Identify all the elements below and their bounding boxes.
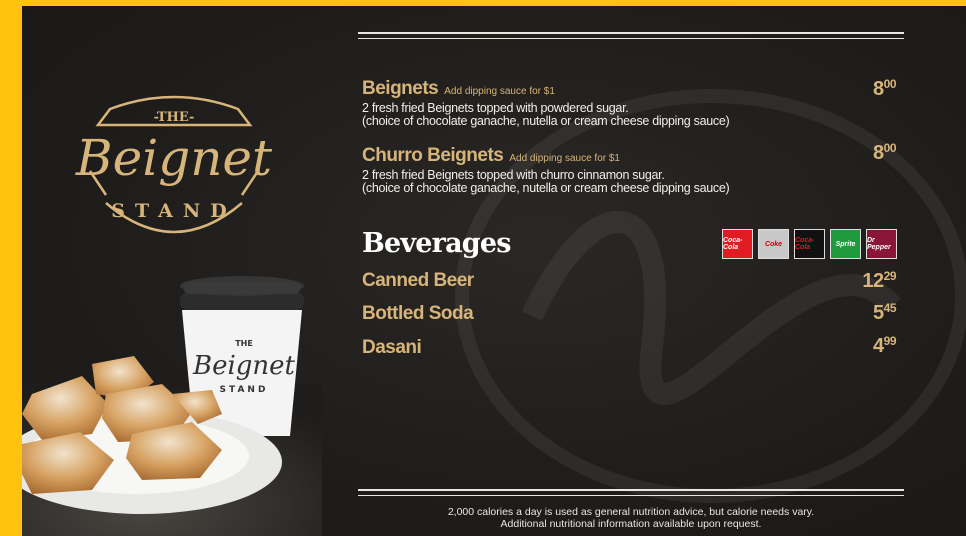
- coke-zero-icon: Coca-Cola: [794, 229, 825, 259]
- menu-board: -THE- Beignet STAND Beignet THE STAND Be…: [22, 6, 966, 536]
- price-churro-beignets: 800: [844, 141, 897, 165]
- price-dasani: 499: [834, 334, 897, 358]
- soda-brand-logos: Coca-Cola Coke Coca-Cola Sprite Dr Peppe…: [722, 229, 897, 259]
- drink-canned-beer: Canned Beer: [362, 270, 474, 291]
- price-cents: 00: [883, 77, 897, 91]
- price-cents: 00: [883, 141, 897, 155]
- price-beignets: 800: [844, 77, 897, 101]
- top-divider: [358, 32, 904, 39]
- beverages-heading: Beverages: [362, 228, 511, 259]
- item-name: Beignets: [362, 78, 439, 99]
- disclaimer-line: Additional nutritional information avail…: [500, 518, 762, 530]
- price-whole: 4: [873, 335, 884, 357]
- drink-dasani: Dasani: [362, 337, 422, 358]
- cup-logo-stand: STAND: [220, 385, 269, 395]
- drink-bottled-soda: Bottled Soda: [362, 303, 474, 324]
- food-photo: Beignet THE STAND: [22, 276, 322, 536]
- price-cents: 99: [883, 334, 897, 348]
- cup-logo-beignet: Beignet: [192, 351, 296, 381]
- price-bottled-soda: 545: [834, 301, 897, 325]
- coke-icon: Coke: [758, 229, 789, 259]
- item-note: Add dipping sauce for $1: [509, 153, 620, 164]
- item-note: Add dipping sauce for $1: [444, 86, 555, 97]
- price-whole: 8: [873, 78, 884, 100]
- item-name: Churro Beignets: [362, 145, 504, 166]
- bottom-divider: [358, 489, 904, 496]
- price-whole: 5: [873, 302, 884, 324]
- price-whole: 12: [862, 270, 884, 292]
- item-description: 2 fresh fried Beignets topped with churr…: [362, 169, 730, 195]
- nutrition-disclaimer: 2,000 calories a day is used as general …: [358, 506, 904, 530]
- desc-line: (choice of chocolate ganache, nutella or…: [362, 114, 730, 128]
- price-cents: 45: [883, 301, 897, 315]
- coca-cola-icon: Coca-Cola: [722, 229, 753, 259]
- beignet-stand-logo: -THE- Beignet STAND: [75, 95, 273, 234]
- logo-stand: STAND: [111, 200, 236, 222]
- price-canned-beer: 1229: [834, 269, 897, 293]
- price-whole: 8: [873, 142, 884, 164]
- menu-item-churro-beignets: Churro Beignets Add dipping sauce for $1: [362, 145, 620, 167]
- item-description: 2 fresh fried Beignets topped with powde…: [362, 102, 730, 128]
- logo-the: -THE-: [154, 110, 195, 125]
- menu-item-beignets: Beignets Add dipping sauce for $1: [362, 78, 555, 100]
- price-cents: 29: [883, 269, 897, 283]
- cup-logo-the: THE: [235, 339, 253, 348]
- dr-pepper-icon: Dr Pepper: [866, 229, 897, 259]
- desc-line: (choice of chocolate ganache, nutella or…: [362, 181, 730, 195]
- disclaimer-line: 2,000 calories a day is used as general …: [447, 506, 815, 518]
- sprite-icon: Sprite: [830, 229, 861, 259]
- logo-beignet: Beignet: [75, 129, 273, 187]
